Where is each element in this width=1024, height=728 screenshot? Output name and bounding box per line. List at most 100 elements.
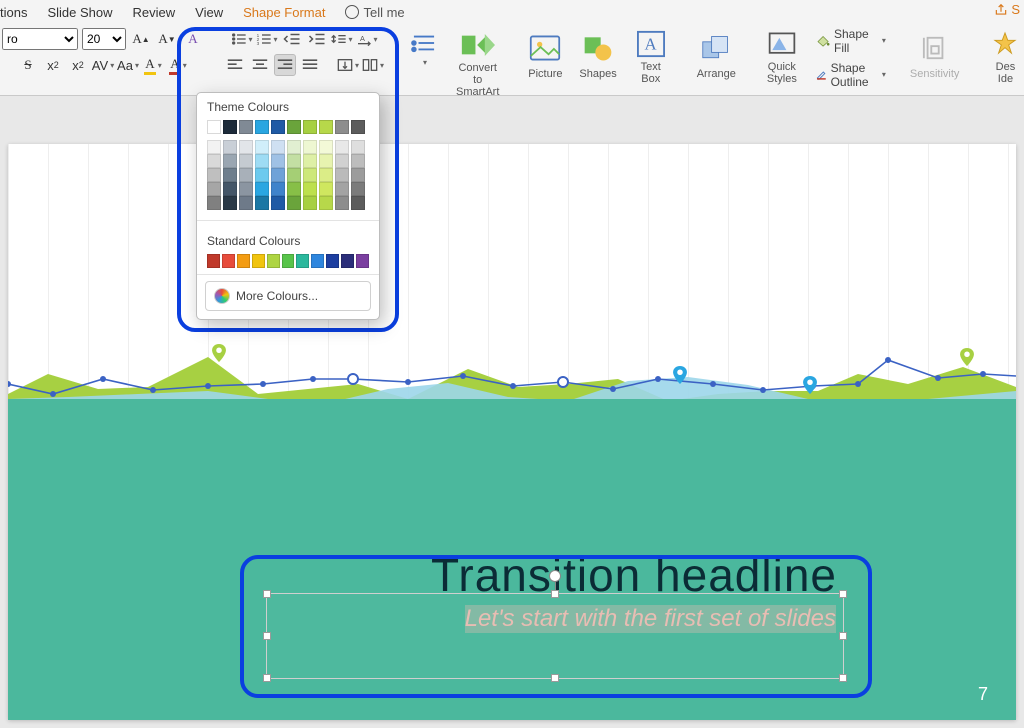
character-spacing-button[interactable]: AV▾ (92, 54, 114, 76)
colour-swatch[interactable] (223, 182, 237, 196)
colour-swatch[interactable] (207, 182, 221, 196)
colour-swatch[interactable] (335, 140, 349, 154)
numbering-button[interactable]: 123▾ (256, 28, 278, 50)
colour-swatch[interactable] (303, 196, 317, 210)
colour-swatch[interactable] (319, 168, 333, 182)
resize-handle-bm[interactable] (551, 674, 559, 682)
resize-handle-tm[interactable] (551, 590, 559, 598)
colour-swatch[interactable] (267, 254, 280, 268)
resize-handle-br[interactable] (839, 674, 847, 682)
colour-swatch[interactable] (207, 254, 220, 268)
insert-textbox-button[interactable]: A TextBox (629, 28, 673, 87)
colour-swatch[interactable] (303, 182, 317, 196)
colour-swatch[interactable] (335, 154, 349, 168)
colour-swatch[interactable] (282, 254, 295, 268)
colour-swatch[interactable] (271, 196, 285, 210)
colour-swatch[interactable] (351, 120, 365, 134)
resize-handle-tl[interactable] (263, 590, 271, 598)
font-size-select[interactable]: 20 (82, 28, 126, 50)
colour-swatch[interactable] (326, 254, 339, 268)
insert-picture-button[interactable]: Picture (523, 28, 567, 87)
highlight-button[interactable]: A▾ (142, 54, 164, 76)
resize-handle-mr[interactable] (839, 632, 847, 640)
shape-outline-button[interactable]: Shape Outline▾ (816, 61, 886, 89)
selected-textbox[interactable]: Let's start with the first set of slides (266, 593, 844, 679)
resize-handle-ml[interactable] (263, 632, 271, 640)
colour-swatch[interactable] (319, 154, 333, 168)
rotate-handle[interactable] (549, 570, 561, 582)
tab-review[interactable]: Review (133, 5, 176, 20)
design-ideas-button[interactable]: DesIde (983, 28, 1024, 87)
colour-swatch[interactable] (271, 182, 285, 196)
text-direction-button[interactable]: A▾ (356, 28, 378, 50)
line-spacing-button[interactable]: ▾ (331, 28, 353, 50)
colour-swatch[interactable] (255, 140, 269, 154)
convert-to-smartart-button[interactable]: Convert toSmartArt (452, 28, 503, 87)
colour-swatch[interactable] (319, 196, 333, 210)
colour-swatch[interactable] (271, 168, 285, 182)
shape-fill-button[interactable]: Shape Fill▾ (816, 27, 886, 55)
colour-swatch[interactable] (311, 254, 324, 268)
colour-swatch[interactable] (255, 196, 269, 210)
list-style-gallery[interactable]: ▾ (404, 28, 444, 87)
colour-swatch[interactable] (335, 196, 349, 210)
align-text-vertical-button[interactable]: ▾ (337, 54, 359, 76)
colour-swatch[interactable] (319, 140, 333, 154)
colour-swatch[interactable] (255, 154, 269, 168)
colour-swatch[interactable] (271, 140, 285, 154)
tab-view[interactable]: View (195, 5, 223, 20)
justify-button[interactable] (299, 54, 321, 76)
arrange-button[interactable]: Arrange (693, 28, 740, 87)
colour-swatch[interactable] (303, 154, 317, 168)
colour-swatch[interactable] (207, 120, 221, 134)
colour-swatch[interactable] (351, 196, 365, 210)
align-left-button[interactable] (224, 54, 246, 76)
colour-swatch[interactable] (303, 120, 317, 134)
colour-swatch[interactable] (287, 182, 301, 196)
superscript-button[interactable]: x2 (42, 54, 64, 76)
colour-swatch[interactable] (351, 140, 365, 154)
columns-button[interactable]: ▾ (362, 54, 384, 76)
colour-swatch[interactable] (287, 168, 301, 182)
colour-swatch[interactable] (223, 120, 237, 134)
tab-shape-format[interactable]: Shape Format (243, 5, 325, 20)
colour-swatch[interactable] (351, 154, 365, 168)
colour-swatch[interactable] (351, 168, 365, 182)
colour-swatch[interactable] (255, 168, 269, 182)
colour-swatch[interactable] (207, 196, 221, 210)
subscript-button[interactable]: x2 (67, 54, 89, 76)
colour-swatch[interactable] (335, 182, 349, 196)
insert-shapes-button[interactable]: Shapes (575, 28, 620, 87)
colour-swatch[interactable] (303, 168, 317, 182)
clear-format-button[interactable]: A (182, 28, 204, 50)
colour-swatch[interactable] (335, 168, 349, 182)
strikethrough-button[interactable]: S (17, 54, 39, 76)
colour-swatch[interactable] (356, 254, 369, 268)
colour-swatch[interactable] (207, 154, 221, 168)
colour-swatch[interactable] (255, 120, 269, 134)
colour-swatch[interactable] (207, 168, 221, 182)
shrink-font-button[interactable]: A▼ (156, 28, 178, 50)
colour-swatch[interactable] (239, 120, 253, 134)
subtitle-text[interactable]: Let's start with the first set of slides (465, 605, 836, 633)
colour-swatch[interactable] (303, 140, 317, 154)
colour-swatch[interactable] (239, 182, 253, 196)
colour-swatch[interactable] (271, 154, 285, 168)
slide-canvas-area[interactable]: Transition headline Let's start with the… (8, 144, 1016, 720)
font-family-select[interactable]: ro (2, 28, 78, 50)
colour-swatch[interactable] (239, 196, 253, 210)
align-center-button[interactable] (249, 54, 271, 76)
increase-indent-button[interactable] (306, 28, 328, 50)
colour-swatch[interactable] (287, 120, 301, 134)
tell-me-search[interactable]: Tell me (345, 5, 404, 20)
colour-swatch[interactable] (237, 254, 250, 268)
colour-swatch[interactable] (296, 254, 309, 268)
colour-swatch[interactable] (239, 140, 253, 154)
colour-swatch[interactable] (335, 120, 349, 134)
tab-transitions-partial[interactable]: tions (0, 5, 27, 20)
resize-handle-bl[interactable] (263, 674, 271, 682)
colour-swatch[interactable] (287, 140, 301, 154)
decrease-indent-button[interactable] (281, 28, 303, 50)
colour-swatch[interactable] (239, 154, 253, 168)
colour-swatch[interactable] (222, 254, 235, 268)
